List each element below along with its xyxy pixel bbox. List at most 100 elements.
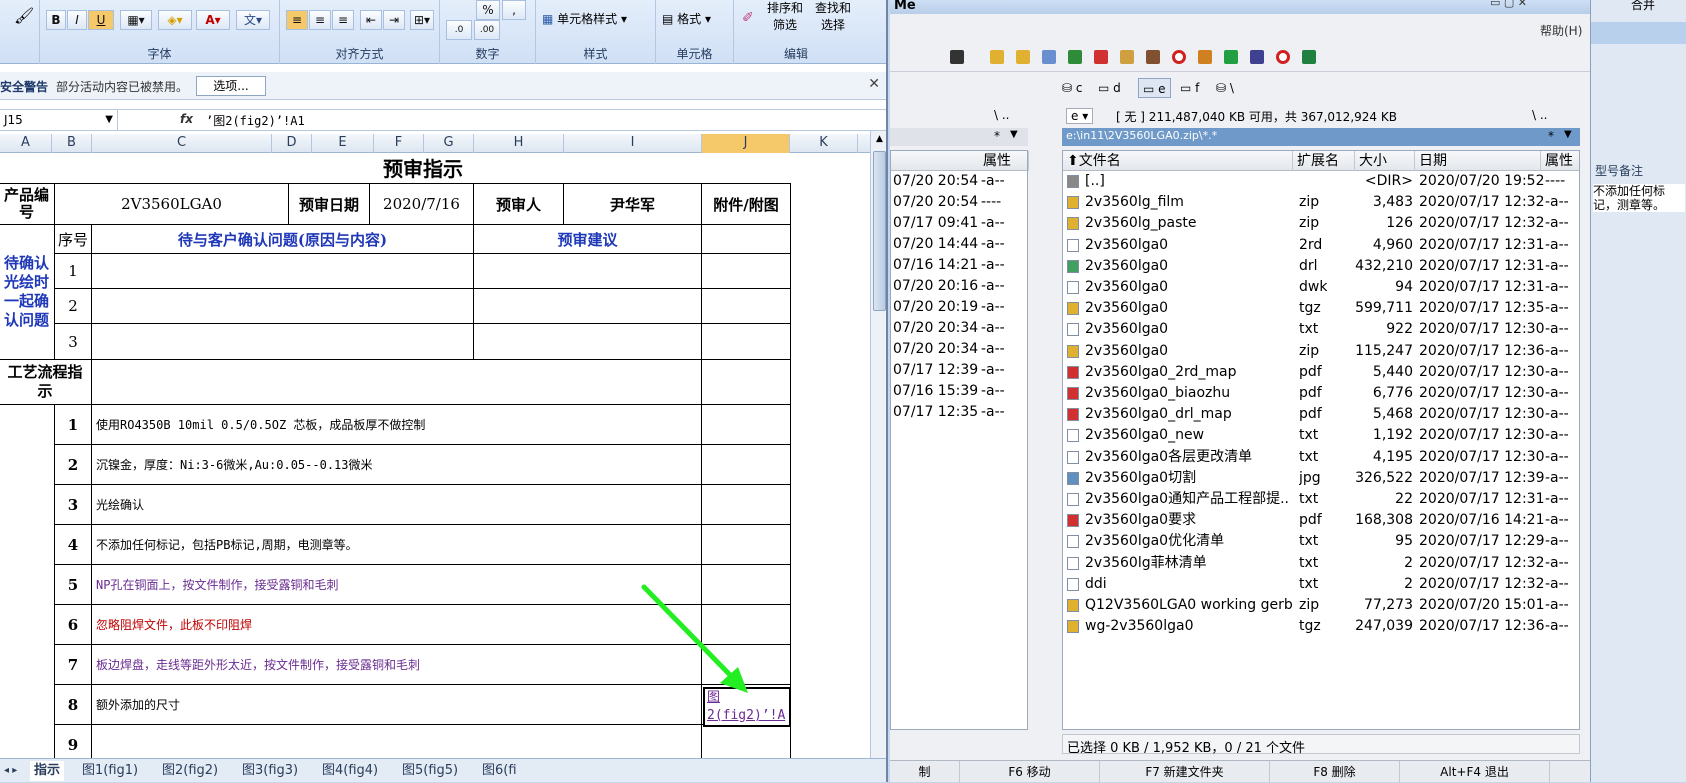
stop-icon[interactable] <box>1276 50 1290 64</box>
tab-6[interactable]: 图5(fig5) <box>398 761 462 781</box>
function-key-2[interactable]: F6 移动 <box>960 761 1100 783</box>
step-number[interactable]: 2 <box>54 444 92 485</box>
comma-button[interactable]: , <box>502 0 526 20</box>
format-button[interactable]: ▤ 格式 ▾ <box>662 10 711 27</box>
column-header[interactable]: C <box>92 134 272 153</box>
format-painter-icon[interactable]: 🖌 <box>14 6 34 25</box>
table-row[interactable]: 2v3560lga0要求 pdf 168,308 2020/07/16 14:21 -a… <box>1063 510 1579 531</box>
attachment-cell[interactable] <box>701 288 791 324</box>
chevron-down-icon[interactable]: ▼ <box>1010 129 1018 140</box>
binoculars-icon[interactable] <box>950 50 964 64</box>
name-box[interactable]: J15 ▼ <box>0 110 118 130</box>
table-row[interactable]: wg-2v3560lga0 tgz 247,039 2020/07/17 12:36-… <box>1063 616 1579 637</box>
step-text[interactable]: 忽略阻焊文件，此板不印阻焊 <box>91 604 702 645</box>
gem-icon[interactable] <box>1250 50 1264 64</box>
border-button[interactable]: ▦▾ <box>120 10 152 30</box>
chevron-down-icon[interactable]: ▼ <box>1564 129 1572 140</box>
attachment-cell[interactable] <box>701 359 791 405</box>
drive-network[interactable]: ⛁ \ <box>1216 78 1234 98</box>
issue-header[interactable]: 待与客户确认问题(原因与内容) <box>91 224 474 254</box>
window-buttons[interactable]: ▭ ▢ ✕ <box>1490 0 1527 9</box>
increase-decimal-button[interactable]: .0 <box>446 20 472 40</box>
list-item[interactable]: 07/20 20:34 -a-- <box>891 339 1027 360</box>
step-text[interactable] <box>91 724 702 758</box>
step-number[interactable]: 1 <box>54 404 92 445</box>
column-header[interactable]: F <box>374 134 424 153</box>
right-file-panel[interactable]: ⬆文件名 扩展名 大小 日期 属性 [..] <DIR> 2020/07/20 19… <box>1062 150 1580 730</box>
table-row[interactable]: 2v3560lga0 drl 432,210 2020/07/17 12:31 -a-- <box>1063 256 1579 277</box>
scroll-thumb[interactable] <box>873 151 886 311</box>
bold-button[interactable]: B <box>46 10 66 30</box>
archive-icon[interactable] <box>1120 50 1134 64</box>
font-color-button[interactable]: A▾ <box>196 10 230 30</box>
column-header[interactable]: I <box>564 134 702 153</box>
suggestion-cell[interactable] <box>473 253 702 289</box>
left-file-panel[interactable]: 属性 07/20 20:54 -a-- 07/20 20:54 ---- 07/17 0… <box>890 150 1029 730</box>
fx-icon[interactable]: fx <box>180 112 193 126</box>
sheet-title[interactable]: 预审指示 <box>55 153 791 184</box>
table-row[interactable]: 2v3560lg菲林清单 txt 2 2020/07/17 12:32 -a-- <box>1063 553 1579 574</box>
increase-indent-button[interactable]: ⇥ <box>383 10 405 30</box>
clear-icon[interactable]: ✐ <box>742 10 754 26</box>
suggestion-cell[interactable] <box>473 288 702 324</box>
drive-d[interactable]: ▭ d <box>1098 78 1121 98</box>
list-item[interactable]: 07/20 20:54 -a-- <box>891 171 1027 192</box>
scroll-up-icon[interactable]: ▲ <box>871 131 886 147</box>
list-item[interactable]: 07/16 15:39 -a-- <box>891 381 1027 402</box>
table-row[interactable]: 2v3560lga0 dwk 94 2020/07/17 12:31 -a-- <box>1063 277 1579 298</box>
column-header[interactable]: B <box>52 134 92 153</box>
table-row[interactable]: Q12V3560LGA0 working gerb.. zip 77,273 2020… <box>1063 595 1579 616</box>
step-number[interactable]: 9 <box>54 724 92 758</box>
process-section-label[interactable]: 工艺流程指示 <box>0 359 92 405</box>
tab-2[interactable]: 图1(fig1) <box>78 761 142 781</box>
column-header[interactable]: G <box>424 134 474 153</box>
decrease-indent-button[interactable]: ⇤ <box>360 10 382 30</box>
column-header[interactable]: E <box>312 134 374 153</box>
drive-f[interactable]: ▭ f <box>1180 78 1199 98</box>
product-code-header[interactable]: 产品编号 <box>0 183 55 225</box>
table-row[interactable]: ddi txt 2 2020/07/17 12:32 -a-- <box>1063 574 1579 595</box>
list-item[interactable]: 07/20 20:54 ---- <box>891 192 1027 213</box>
fill-color-button[interactable]: ◈▾ <box>158 10 192 30</box>
list-item[interactable]: 07/20 14:44 -a-- <box>891 234 1027 255</box>
step-text[interactable]: 板边焊盘，走线等距外形太近，按文件制作，接受露铜和毛刺 <box>91 644 702 685</box>
filter-label[interactable]: * <box>994 129 1000 143</box>
right-nav[interactable]: \ .. <box>1532 108 1548 122</box>
list-item[interactable]: 07/20 20:19 -a-- <box>891 297 1027 318</box>
column-header[interactable]: A <box>0 134 52 153</box>
refresh-icon[interactable] <box>1042 50 1056 64</box>
process-header-cell[interactable] <box>91 359 702 405</box>
left-nav[interactable]: \ .. <box>994 108 1010 122</box>
pdf-icon[interactable] <box>1094 50 1108 64</box>
attachment-cell[interactable] <box>701 524 791 565</box>
issue-cell[interactable] <box>91 288 474 324</box>
table-row[interactable]: 2v3560lg_film zip 3,483 2020/07/17 12:32 -a-… <box>1063 192 1579 213</box>
table-row[interactable]: 2v3560lga0 txt 922 2020/07/17 12:30 -a-- <box>1063 319 1579 340</box>
list-item[interactable]: 07/17 12:39 -a-- <box>891 360 1027 381</box>
table-row[interactable]: 2v3560lg_paste zip 126 2020/07/17 12:32 -a-- <box>1063 213 1579 234</box>
align-right-button[interactable]: ≡ <box>332 10 354 30</box>
name-column-header[interactable]: ⬆文件名 <box>1063 151 1293 171</box>
column-header[interactable]: D <box>272 134 312 153</box>
attachment-cell[interactable] <box>701 253 791 289</box>
attachment-cell[interactable] <box>701 404 791 445</box>
tab-4[interactable]: 图3(fig3) <box>238 761 302 781</box>
align-left-button[interactable]: ≡ <box>286 10 308 30</box>
reviewer-header[interactable]: 预审人 <box>473 183 564 225</box>
excel-icon[interactable] <box>1068 50 1082 64</box>
tab-nav-icon[interactable]: ◂ ▸ <box>4 761 17 781</box>
cell-styles-button[interactable]: ▦ 单元格样式 ▾ <box>542 10 627 27</box>
reviewer-value[interactable]: 尹华军 <box>563 183 702 225</box>
drive-c[interactable]: ⛁ c <box>1062 78 1083 98</box>
folder-icon[interactable] <box>1016 50 1030 64</box>
table-row[interactable]: 2v3560lga0_new txt 1,192 2020/07/17 12:30 -a… <box>1063 425 1579 446</box>
text-icon[interactable] <box>1224 50 1238 64</box>
table-row[interactable]: 2v3560lga0通知产品工程部提.. txt 22 2020/07/17 12:3… <box>1063 489 1579 510</box>
column-header[interactable]: H <box>474 134 564 153</box>
step-number[interactable]: 4 <box>54 524 92 565</box>
function-key-4[interactable]: F8 删除 <box>1270 761 1400 783</box>
folder-icon[interactable] <box>990 50 1004 64</box>
list-item[interactable]: 07/16 14:21 -a-- <box>891 255 1027 276</box>
pending-section-label[interactable]: 待确认光绘时一起确认问题 <box>0 224 55 360</box>
right-drive-select[interactable]: e ▾ <box>1066 108 1094 124</box>
